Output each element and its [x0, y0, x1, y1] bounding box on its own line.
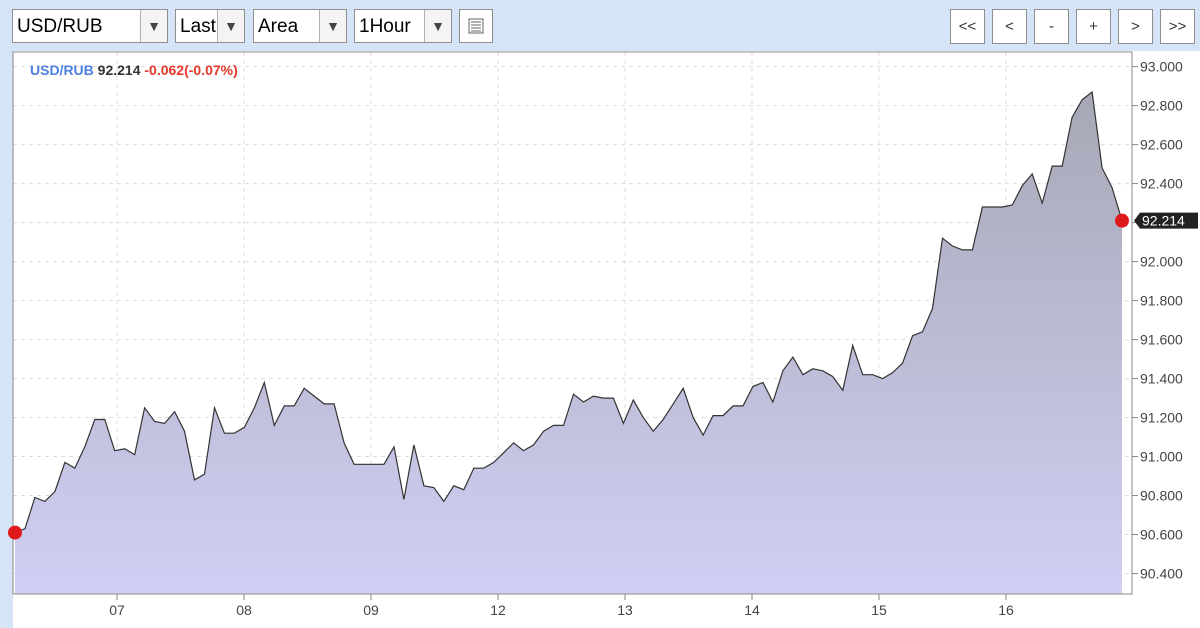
x-tick-label: 13 — [617, 602, 633, 618]
x-tick-label: 14 — [744, 602, 760, 618]
y-tick-label: 91.000 — [1140, 449, 1183, 465]
price-area — [15, 92, 1122, 594]
last-price-tag-label: 92.214 — [1142, 213, 1185, 229]
x-tick-label: 16 — [998, 602, 1014, 618]
y-tick-label: 91.800 — [1140, 293, 1183, 309]
y-tick-label: 92.600 — [1140, 137, 1183, 153]
y-tick-label: 90.400 — [1140, 566, 1183, 582]
x-tick-label: 09 — [363, 602, 379, 618]
y-tick-label: 91.200 — [1140, 410, 1183, 426]
y-tick-label: 91.400 — [1140, 371, 1183, 387]
legend-symbol: USD/RUB — [30, 62, 94, 78]
x-tick-label: 12 — [490, 602, 506, 618]
last-point-marker — [1115, 213, 1129, 228]
y-tick-label: 90.600 — [1140, 527, 1183, 543]
low-point-marker — [8, 525, 22, 540]
y-tick-label: 92.400 — [1140, 176, 1183, 192]
price-chart[interactable]: 93.00092.80092.60092.40092.20092.00091.8… — [0, 0, 1200, 628]
x-tick-label: 08 — [236, 602, 252, 618]
legend-last-price: 92.214 — [97, 62, 141, 78]
x-tick-label: 07 — [109, 602, 125, 618]
chart-legend: USD/RUB 92.214 -0.062(-0.07%) — [30, 62, 238, 78]
y-tick-label: 92.000 — [1140, 254, 1183, 270]
y-tick-label: 90.800 — [1140, 488, 1183, 504]
x-tick-label: 15 — [871, 602, 887, 618]
y-tick-label: 93.000 — [1140, 59, 1183, 75]
legend-change: -0.062(-0.07%) — [144, 62, 238, 78]
y-tick-label: 92.800 — [1140, 98, 1183, 114]
y-tick-label: 91.600 — [1140, 332, 1183, 348]
